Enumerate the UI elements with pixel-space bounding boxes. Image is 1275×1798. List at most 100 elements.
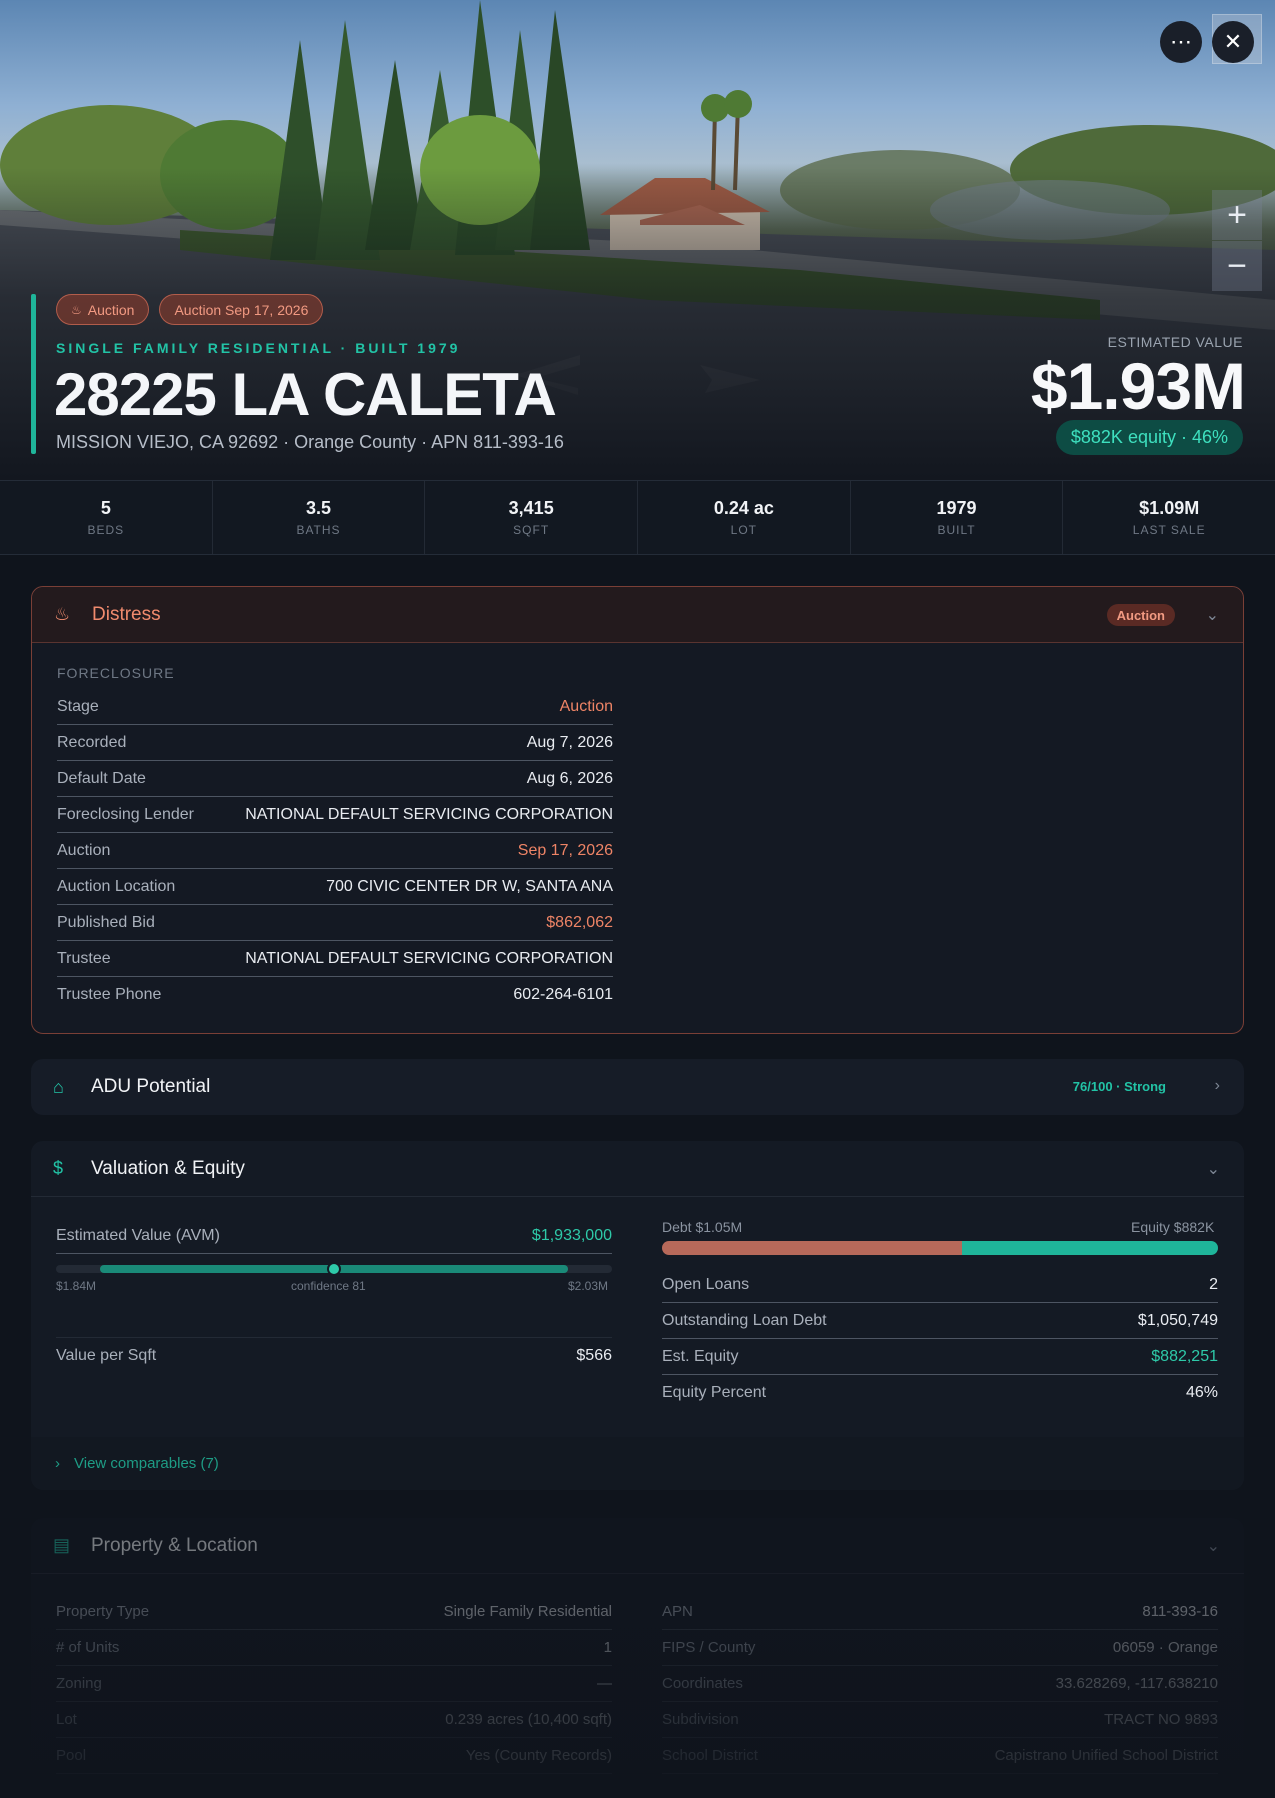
avm-marker bbox=[327, 1262, 341, 1276]
distress-header[interactable]: ♨ Distress Auction ⌄ bbox=[32, 587, 1243, 643]
adu-score: 76/100 · Strong bbox=[1072, 1079, 1166, 1094]
row-value: NATIONAL DEFAULT SERVICING CORPORATION bbox=[245, 805, 613, 823]
row-value: Sep 17, 2026 bbox=[517, 841, 613, 859]
row-key: Open Loans bbox=[662, 1275, 750, 1293]
row-key: Published Bid bbox=[57, 913, 155, 931]
chevron-down-icon[interactable]: ⌄ bbox=[1206, 605, 1219, 625]
row-pool: Pool Yes (County Records) bbox=[56, 1738, 612, 1774]
row-value: 0.239 acres (10,400 sqft) bbox=[445, 1711, 612, 1728]
chevron-right-icon[interactable]: › bbox=[1215, 1077, 1220, 1095]
row-value: 811-393-16 bbox=[1142, 1603, 1218, 1620]
stat-sqft: 3,415 SQFT bbox=[425, 481, 639, 554]
stat-label: SQFT bbox=[513, 523, 550, 537]
estimated-value: $1.93M bbox=[1030, 349, 1246, 423]
avm-confidence: confidence 81 bbox=[291, 1279, 366, 1293]
row-auction-location: Auction Location 700 CIVIC CENTER DR W, S… bbox=[57, 869, 613, 905]
zoom-out-button[interactable]: − bbox=[1212, 241, 1262, 291]
stat-last-sale: $1.09M LAST SALE bbox=[1063, 481, 1275, 554]
foreclosure-caption: FORECLOSURE bbox=[57, 665, 175, 681]
row-value: 46% bbox=[1185, 1384, 1218, 1401]
row-key: Trustee bbox=[57, 949, 111, 967]
row-value: 2 bbox=[1209, 1275, 1218, 1293]
row-value: 06059 · Orange bbox=[1112, 1639, 1218, 1656]
minus-icon: − bbox=[1227, 246, 1247, 285]
row-key: Auction bbox=[57, 841, 111, 859]
zoom-in-button[interactable]: + bbox=[1212, 190, 1262, 240]
property-detail-page: ⋯ ✕ + − ♨ Auction Auction Sep 17, 2026 S… bbox=[0, 0, 1275, 1798]
close-icon: ✕ bbox=[1223, 29, 1243, 54]
adu-panel[interactable]: ⌂ ADU Potential 76/100 · Strong › bbox=[31, 1059, 1244, 1115]
plus-icon: + bbox=[1227, 195, 1247, 234]
debt-segment bbox=[662, 1241, 963, 1255]
distress-title: Distress bbox=[92, 603, 161, 625]
row-default-date: Default Date Aug 6, 2026 bbox=[57, 761, 613, 797]
property-location: MISSION VIEJO, CA 92692 · Orange County … bbox=[56, 432, 564, 452]
equity-segment bbox=[962, 1241, 1218, 1255]
row-value: $1,933,000 bbox=[531, 1226, 612, 1244]
row-value: $1,050,749 bbox=[1137, 1311, 1218, 1329]
adu-header[interactable]: ⌂ ADU Potential 76/100 · Strong › bbox=[31, 1059, 1244, 1115]
row-key: Default Date bbox=[57, 769, 146, 787]
row-stage: Stage Auction bbox=[57, 689, 613, 725]
row-key: # of Units bbox=[56, 1639, 120, 1656]
row-key: FIPS / County bbox=[662, 1639, 756, 1656]
row-value: 602-264-6101 bbox=[513, 986, 613, 1003]
row-open-loans: Open Loans 2 bbox=[662, 1267, 1218, 1303]
valuation-title: Valuation & Equity bbox=[91, 1157, 245, 1179]
row-key: Property Type bbox=[56, 1603, 150, 1620]
row-value: NATIONAL DEFAULT SERVICING CORPORATION bbox=[245, 949, 613, 967]
stat-baths: 3.5 BATHS bbox=[213, 481, 426, 554]
row-key: Auction Location bbox=[57, 877, 176, 895]
row-value: TRACT NO 9893 bbox=[1104, 1711, 1218, 1728]
row-key: Lot bbox=[56, 1711, 77, 1728]
row-auction: Auction Sep 17, 2026 bbox=[57, 833, 613, 869]
row-coordinates: Coordinates 33.628269, -117.638210 bbox=[662, 1666, 1218, 1702]
stat-value: 0.24 ac bbox=[713, 498, 774, 518]
valuation-header[interactable]: $ Valuation & Equity ⌄ bbox=[31, 1141, 1244, 1197]
row-key: Equity Percent bbox=[662, 1384, 767, 1401]
row-value: 33.628269, -117.638210 bbox=[1055, 1675, 1218, 1692]
chevron-down-icon[interactable]: ⌄ bbox=[1207, 1536, 1220, 1556]
chevron-right-icon: › bbox=[55, 1455, 60, 1472]
row-value: Capistrano Unified School District bbox=[994, 1747, 1218, 1764]
row-recorded: Recorded Aug 7, 2026 bbox=[57, 725, 613, 761]
stat-value: 3,415 bbox=[508, 498, 554, 518]
equity-pill: $882K equity · 46% bbox=[1055, 420, 1243, 455]
row-key: School District bbox=[662, 1747, 758, 1764]
avm-low: $1.84M bbox=[56, 1279, 97, 1293]
avm-high: $2.03M bbox=[568, 1279, 609, 1293]
row-outstanding-debt: Outstanding Loan Debt $1,050,749 bbox=[662, 1303, 1218, 1339]
stat-label: BUILT bbox=[937, 523, 976, 537]
row-key: Trustee Phone bbox=[57, 986, 162, 1003]
row-trustee-phone: Trustee Phone 602-264-6101 bbox=[57, 977, 613, 1013]
row-key: APN bbox=[662, 1603, 693, 1620]
row-school-district: School District Capistrano Unified School… bbox=[662, 1738, 1218, 1774]
row-units: # of Units 1 bbox=[56, 1630, 612, 1666]
row-key: Recorded bbox=[57, 733, 127, 751]
row-property-type: Property Type Single Family Residential bbox=[56, 1594, 612, 1630]
row-value: Aug 7, 2026 bbox=[526, 733, 613, 751]
home-icon: ⌂ bbox=[53, 1076, 64, 1097]
stat-lot: 0.24 ac LOT bbox=[638, 481, 851, 554]
row-value: 700 CIVIC CENTER DR W, SANTA ANA bbox=[326, 877, 613, 895]
close-button[interactable]: ✕ bbox=[1212, 21, 1254, 63]
row-value: Yes (County Records) bbox=[465, 1747, 612, 1764]
more-button[interactable]: ⋯ bbox=[1160, 21, 1202, 63]
property-subtype: SINGLE FAMILY RESIDENTIAL · BUILT 1979 bbox=[56, 340, 461, 356]
row-value: 1 bbox=[603, 1639, 612, 1656]
property-header[interactable]: ▤ Property & Location ⌄ bbox=[31, 1518, 1244, 1574]
stat-label: BEDS bbox=[87, 523, 125, 537]
chevron-down-icon[interactable]: ⌄ bbox=[1207, 1159, 1220, 1179]
row-value-per-sqft: Value per Sqft $566 bbox=[56, 1337, 612, 1373]
row-key: Est. Equity bbox=[662, 1347, 739, 1365]
stat-value: 1979 bbox=[936, 498, 977, 518]
row-apn: APN 811-393-16 bbox=[662, 1594, 1218, 1630]
view-comparables-label: View comparables (7) bbox=[74, 1455, 219, 1472]
dollar-icon: $ bbox=[53, 1158, 64, 1178]
row-key: Outstanding Loan Debt bbox=[662, 1311, 827, 1329]
row-key: Subdivision bbox=[662, 1711, 739, 1728]
row-avm: Estimated Value (AVM) $1,933,000 bbox=[56, 1218, 612, 1254]
view-comparables-link[interactable]: › View comparables (7) bbox=[31, 1437, 1244, 1490]
row-value: Single Family Residential bbox=[443, 1603, 612, 1620]
street-view-hero[interactable]: ⋯ ✕ + − ♨ Auction Auction Sep 17, 2026 S… bbox=[0, 0, 1275, 480]
